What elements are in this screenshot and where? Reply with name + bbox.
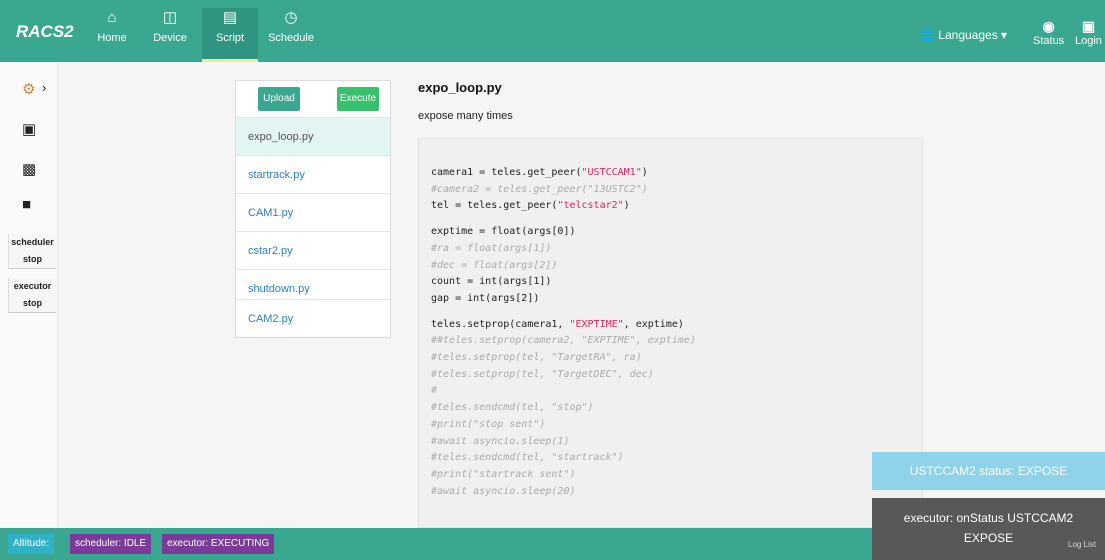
script-list-item[interactable]: cstar2.py bbox=[236, 231, 390, 269]
folder-icon[interactable]: ■ bbox=[22, 196, 31, 213]
bottom-status-bar: Altitude: scheduler: IDLE executor: EXEC… bbox=[0, 528, 872, 560]
nav-home[interactable]: ⌂ Home bbox=[90, 8, 134, 62]
executor-badge: executor: EXECUTING bbox=[162, 534, 275, 554]
globe-icon: 🌐 bbox=[920, 28, 935, 42]
altitude-badge: Altitude: bbox=[8, 534, 55, 554]
status-label: Status bbox=[1033, 35, 1065, 47]
nav-device-label: Device bbox=[153, 32, 187, 44]
top-bar: RACS2 ⌂ Home ◫ Device ▤ Script ◷ Schedul… bbox=[0, 0, 1105, 62]
nav-schedule-label: Schedule bbox=[268, 32, 314, 44]
script-list-item[interactable]: CAM1.py bbox=[236, 193, 390, 231]
brand-logo[interactable]: RACS2 bbox=[16, 22, 74, 42]
script-description: expose many times bbox=[418, 110, 513, 122]
login-button[interactable]: ▣ Login bbox=[1075, 18, 1102, 47]
telescope-gear-icon[interactable]: ⚙ bbox=[22, 80, 35, 98]
status-button[interactable]: ◉ Status bbox=[1033, 18, 1064, 47]
script-icon: ▤ bbox=[222, 9, 238, 26]
nav-home-label: Home bbox=[97, 32, 127, 44]
languages-label: Languages bbox=[938, 28, 998, 42]
image-icon[interactable]: ▩ bbox=[22, 160, 36, 178]
home-icon: ⌂ bbox=[107, 9, 117, 26]
script-list-item[interactable]: startrack.py bbox=[236, 155, 390, 193]
clock-icon: ◷ bbox=[284, 9, 298, 26]
executor-status-value: stop bbox=[23, 298, 42, 308]
scheduler-status: scheduler stop bbox=[8, 234, 56, 269]
scheduler-badge: scheduler: IDLE bbox=[70, 534, 152, 554]
script-list-item[interactable]: expo_loop.py bbox=[236, 117, 390, 155]
chevron-down-icon: ▾ bbox=[1001, 28, 1008, 42]
device-icon: ◫ bbox=[162, 9, 178, 26]
script-list-item[interactable]: CAM2.py bbox=[236, 299, 390, 337]
nav-schedule[interactable]: ◷ Schedule bbox=[262, 8, 320, 62]
code-viewer[interactable]: camera1 = teles.get_peer("USTCCAM1") #ca… bbox=[418, 138, 923, 528]
log-list-link[interactable]: Log List bbox=[1068, 540, 1096, 549]
executor-status: executor stop bbox=[8, 278, 56, 313]
left-sidebar: ⚙ › ▣ ▩ ■ scheduler stop executor stop bbox=[0, 62, 58, 528]
scheduler-status-value: stop bbox=[23, 254, 42, 264]
nav-script-label: Script bbox=[215, 32, 245, 44]
chevron-right-icon[interactable]: › bbox=[42, 80, 46, 95]
login-label: Login bbox=[1075, 35, 1102, 47]
camera-icon[interactable]: ▣ bbox=[22, 120, 36, 138]
execute-button[interactable]: Execute bbox=[337, 87, 379, 111]
nav-device[interactable]: ◫ Device bbox=[146, 8, 194, 62]
languages-dropdown[interactable]: 🌐 Languages ▾ bbox=[920, 28, 1007, 42]
script-list-panel: Upload Execute expo_loop.py startrack.py… bbox=[235, 80, 391, 338]
executor-toast-line1: executor: onStatus USTCCAM2 bbox=[903, 511, 1074, 525]
scheduler-status-label: scheduler bbox=[11, 237, 54, 247]
script-title: expo_loop.py bbox=[418, 80, 502, 95]
script-code: camera1 = teles.get_peer("USTCCAM1") #ca… bbox=[431, 167, 696, 497]
executor-toast[interactable]: executor: onStatus USTCCAM2 EXPOSE bbox=[872, 498, 1105, 560]
nav-script[interactable]: ▤ Script bbox=[202, 8, 258, 62]
executor-status-label: executor bbox=[13, 281, 52, 291]
eye-icon: ◉ bbox=[1042, 18, 1055, 34]
user-badge-icon: ▣ bbox=[1081, 18, 1096, 34]
status-toast[interactable]: USTCCAM2 status: EXPOSE bbox=[872, 452, 1105, 490]
upload-button[interactable]: Upload bbox=[258, 87, 300, 111]
